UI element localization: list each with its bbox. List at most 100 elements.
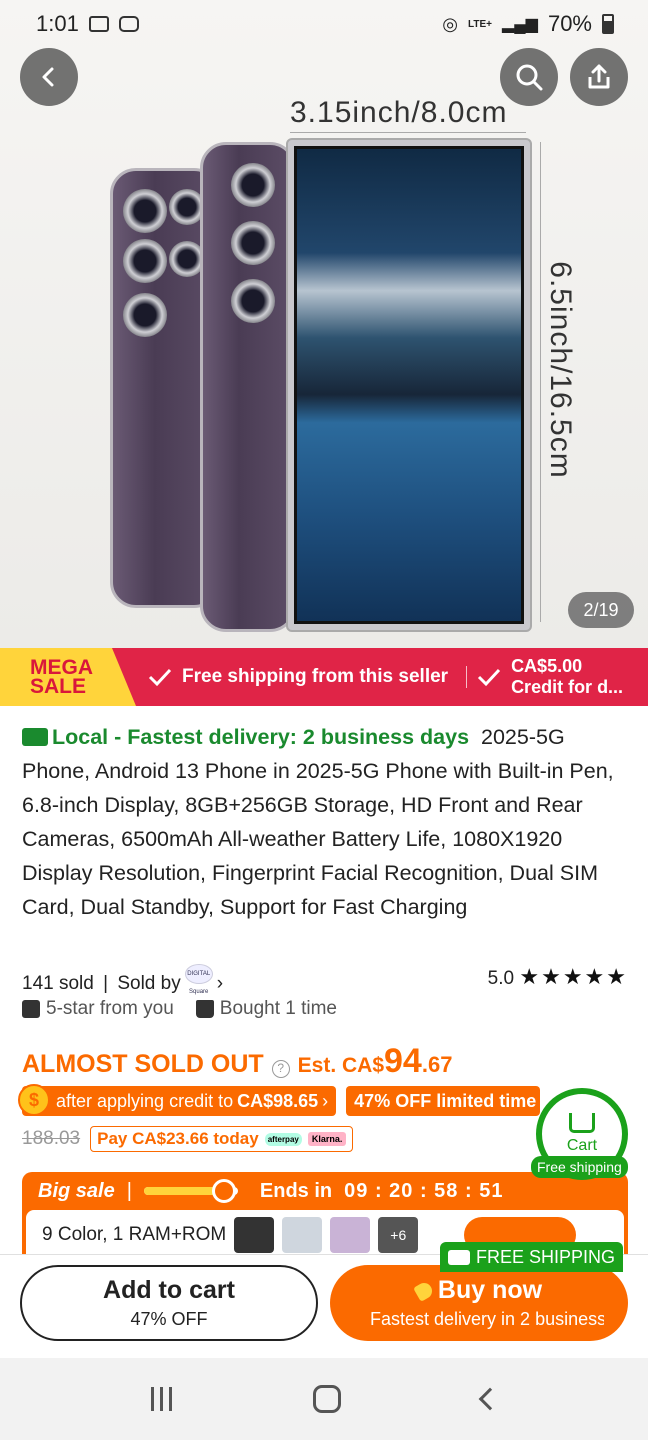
price-cents: .67 [421, 1052, 453, 1077]
sales-row: 141 sold | Sold by DIGITAL Square › 5.0 ★★… [22, 964, 628, 995]
cart-icon [569, 1113, 595, 1133]
gallery-notification-icon [88, 16, 109, 32]
bought-badge: Bought 1 time [195, 998, 338, 1020]
credit-amount: CA$5.00 [511, 656, 583, 676]
sold-count: 141 sold [22, 973, 94, 994]
buy-now-button[interactable]: Buy now Fastest delivery in 2 business d… [330, 1265, 628, 1341]
countdown-timer: 09 : 20 : 58 : 51 [344, 1179, 504, 1202]
delivery-badge: Local - Fastest delivery: 2 business day… [22, 725, 469, 749]
banner-divider [466, 666, 468, 688]
bought-text: Bought 1 time [219, 998, 338, 1019]
chevron-right-icon: › [216, 973, 224, 994]
sold-by-label: Sold by [117, 973, 181, 994]
rating-stars: ★★★★★ [519, 964, 628, 989]
mega-sale-line2: SALE [30, 675, 87, 698]
truck-icon [22, 728, 48, 746]
big-sale-header: Big sale | Ends in 09 : 20 : 58 : 51 [22, 1172, 628, 1210]
rating-value: 5.0 [487, 968, 515, 989]
mega-sale-banner[interactable]: MEGA SALE Free shipping from this seller… [0, 648, 648, 706]
variant-thumbnail[interactable] [330, 1217, 371, 1253]
discount-pill: 47% OFF limited time [346, 1086, 541, 1116]
credit-price-pill[interactable]: $ after applying credit to CA$98.65 › [18, 1084, 337, 1116]
credit-price-row: $ after applying credit to CA$98.65 › 47… [18, 1084, 541, 1116]
credit-price: CA$98.65 [237, 1090, 319, 1111]
price-row: ALMOST SOLD OUT ? Est. CA$ 94.67 [22, 1042, 452, 1081]
height-dimension-line [540, 142, 541, 622]
original-price: 188.03 [22, 1128, 81, 1149]
recents-button[interactable] [150, 1387, 172, 1411]
seller-link[interactable]: Sold by DIGITAL Square › [117, 964, 224, 995]
original-price-row: 188.03 Pay CA$23.66 today afterpay Klarn… [22, 1126, 354, 1152]
rating[interactable]: 5.0 ★★★★★ [488, 964, 628, 995]
product-image-carousel[interactable]: 3.15inch/8.0cm 6.5inch/16.5cm 2/19 [0, 0, 648, 648]
height-dimension-label: 6.5inch/16.5cm [544, 261, 577, 479]
video-notification-icon [118, 16, 139, 32]
user-badges: 5-star from you Bought 1 time [22, 998, 337, 1020]
search-button[interactable] [500, 48, 558, 106]
mega-sale-tag: MEGA SALE [0, 648, 136, 706]
price-tag-icon [412, 1279, 435, 1302]
search-icon [516, 64, 543, 91]
network-type: LTE+ [468, 18, 492, 30]
share-icon [588, 64, 610, 89]
buy-now-label: Buy now [437, 1276, 543, 1304]
five-star-text: 5-star from you [46, 998, 174, 1019]
klarna-logo: Klarna. [307, 1132, 347, 1146]
star-review-icon [22, 1000, 40, 1018]
variant-thumbnail[interactable] [282, 1217, 323, 1253]
est-prefix: Est. CA$ [297, 1054, 385, 1077]
credit-coin-icon: $ [18, 1084, 50, 1116]
variant-label: 9 Color, 1 RAM+ROM [42, 1224, 227, 1245]
add-to-cart-discount: 47% OFF [130, 1309, 208, 1329]
pay-today-text: Pay CA$23.66 today [97, 1129, 259, 1148]
product-title-text: 2025-5G Phone, Android 13 Phone in 2025-… [22, 725, 614, 919]
product-details: Local - Fastest delivery: 2 business day… [0, 706, 648, 1254]
back-button[interactable] [20, 48, 78, 106]
signal-icon: ▂▄▆ [502, 16, 538, 33]
system-nav-bar [0, 1358, 648, 1440]
home-button[interactable] [312, 1385, 341, 1413]
variant-thumbnail[interactable] [234, 1217, 275, 1253]
cart-label: Cart [566, 1137, 598, 1154]
pay-later-pill[interactable]: Pay CA$23.66 today afterpay Klarna. [90, 1126, 354, 1152]
cart-free-shipping-tag: Free shipping [531, 1156, 628, 1178]
price-main: 94 [384, 1042, 422, 1080]
buy-now-subtext: Fastest delivery in 2 business days [370, 1309, 604, 1329]
afterpay-logo: afterpay [264, 1132, 302, 1146]
free-shipping-text: Free shipping from this seller [182, 666, 449, 687]
info-icon[interactable]: ? [271, 1060, 290, 1078]
delivery-text: Local - Fastest delivery: 2 business day… [52, 725, 470, 749]
chevron-left-icon [42, 67, 54, 87]
free-shipping-banner: FREE SHIPPING [440, 1242, 624, 1272]
phone-side-image [200, 142, 296, 632]
credit-label: Credit for d... [511, 677, 624, 697]
hotspot-icon: ◎ [442, 13, 459, 34]
width-dimension-line [290, 132, 526, 133]
status-time: 1:01 [36, 11, 79, 36]
divider: | [126, 1179, 132, 1202]
check-icon [478, 668, 501, 687]
divider: | [103, 973, 109, 994]
image-page-counter: 2/19 [568, 592, 634, 628]
add-to-cart-button[interactable]: Add to cart 47% OFF [20, 1265, 318, 1341]
credit-text: after applying credit to [56, 1090, 234, 1111]
more-variants[interactable]: +6 [378, 1217, 419, 1253]
chevron-right-icon: › [322, 1090, 329, 1111]
phone-front-image [286, 138, 532, 632]
truck-icon [448, 1249, 470, 1265]
status-bar: 1:01 ◎ LTE+ ▂▄▆ 70% [0, 0, 648, 48]
ends-in-label: Ends in [259, 1179, 333, 1202]
shopping-bag-icon [195, 1000, 214, 1018]
sale-progress-bar [143, 1179, 238, 1203]
seller-logo: DIGITAL Square [184, 964, 213, 995]
system-back-button[interactable] [478, 1387, 501, 1411]
share-button[interactable] [570, 48, 628, 106]
five-star-badge: 5-star from you [22, 998, 174, 1020]
credit-note: CA$5.00 Credit for d... [477, 656, 623, 698]
free-shipping-note: Free shipping from this seller [148, 666, 448, 688]
big-sale-title: Big sale [38, 1179, 115, 1202]
phone-screen [294, 146, 524, 624]
product-title: Local - Fastest delivery: 2 business day… [22, 720, 632, 924]
check-icon [148, 668, 172, 687]
sale-progress-knob [211, 1179, 236, 1203]
